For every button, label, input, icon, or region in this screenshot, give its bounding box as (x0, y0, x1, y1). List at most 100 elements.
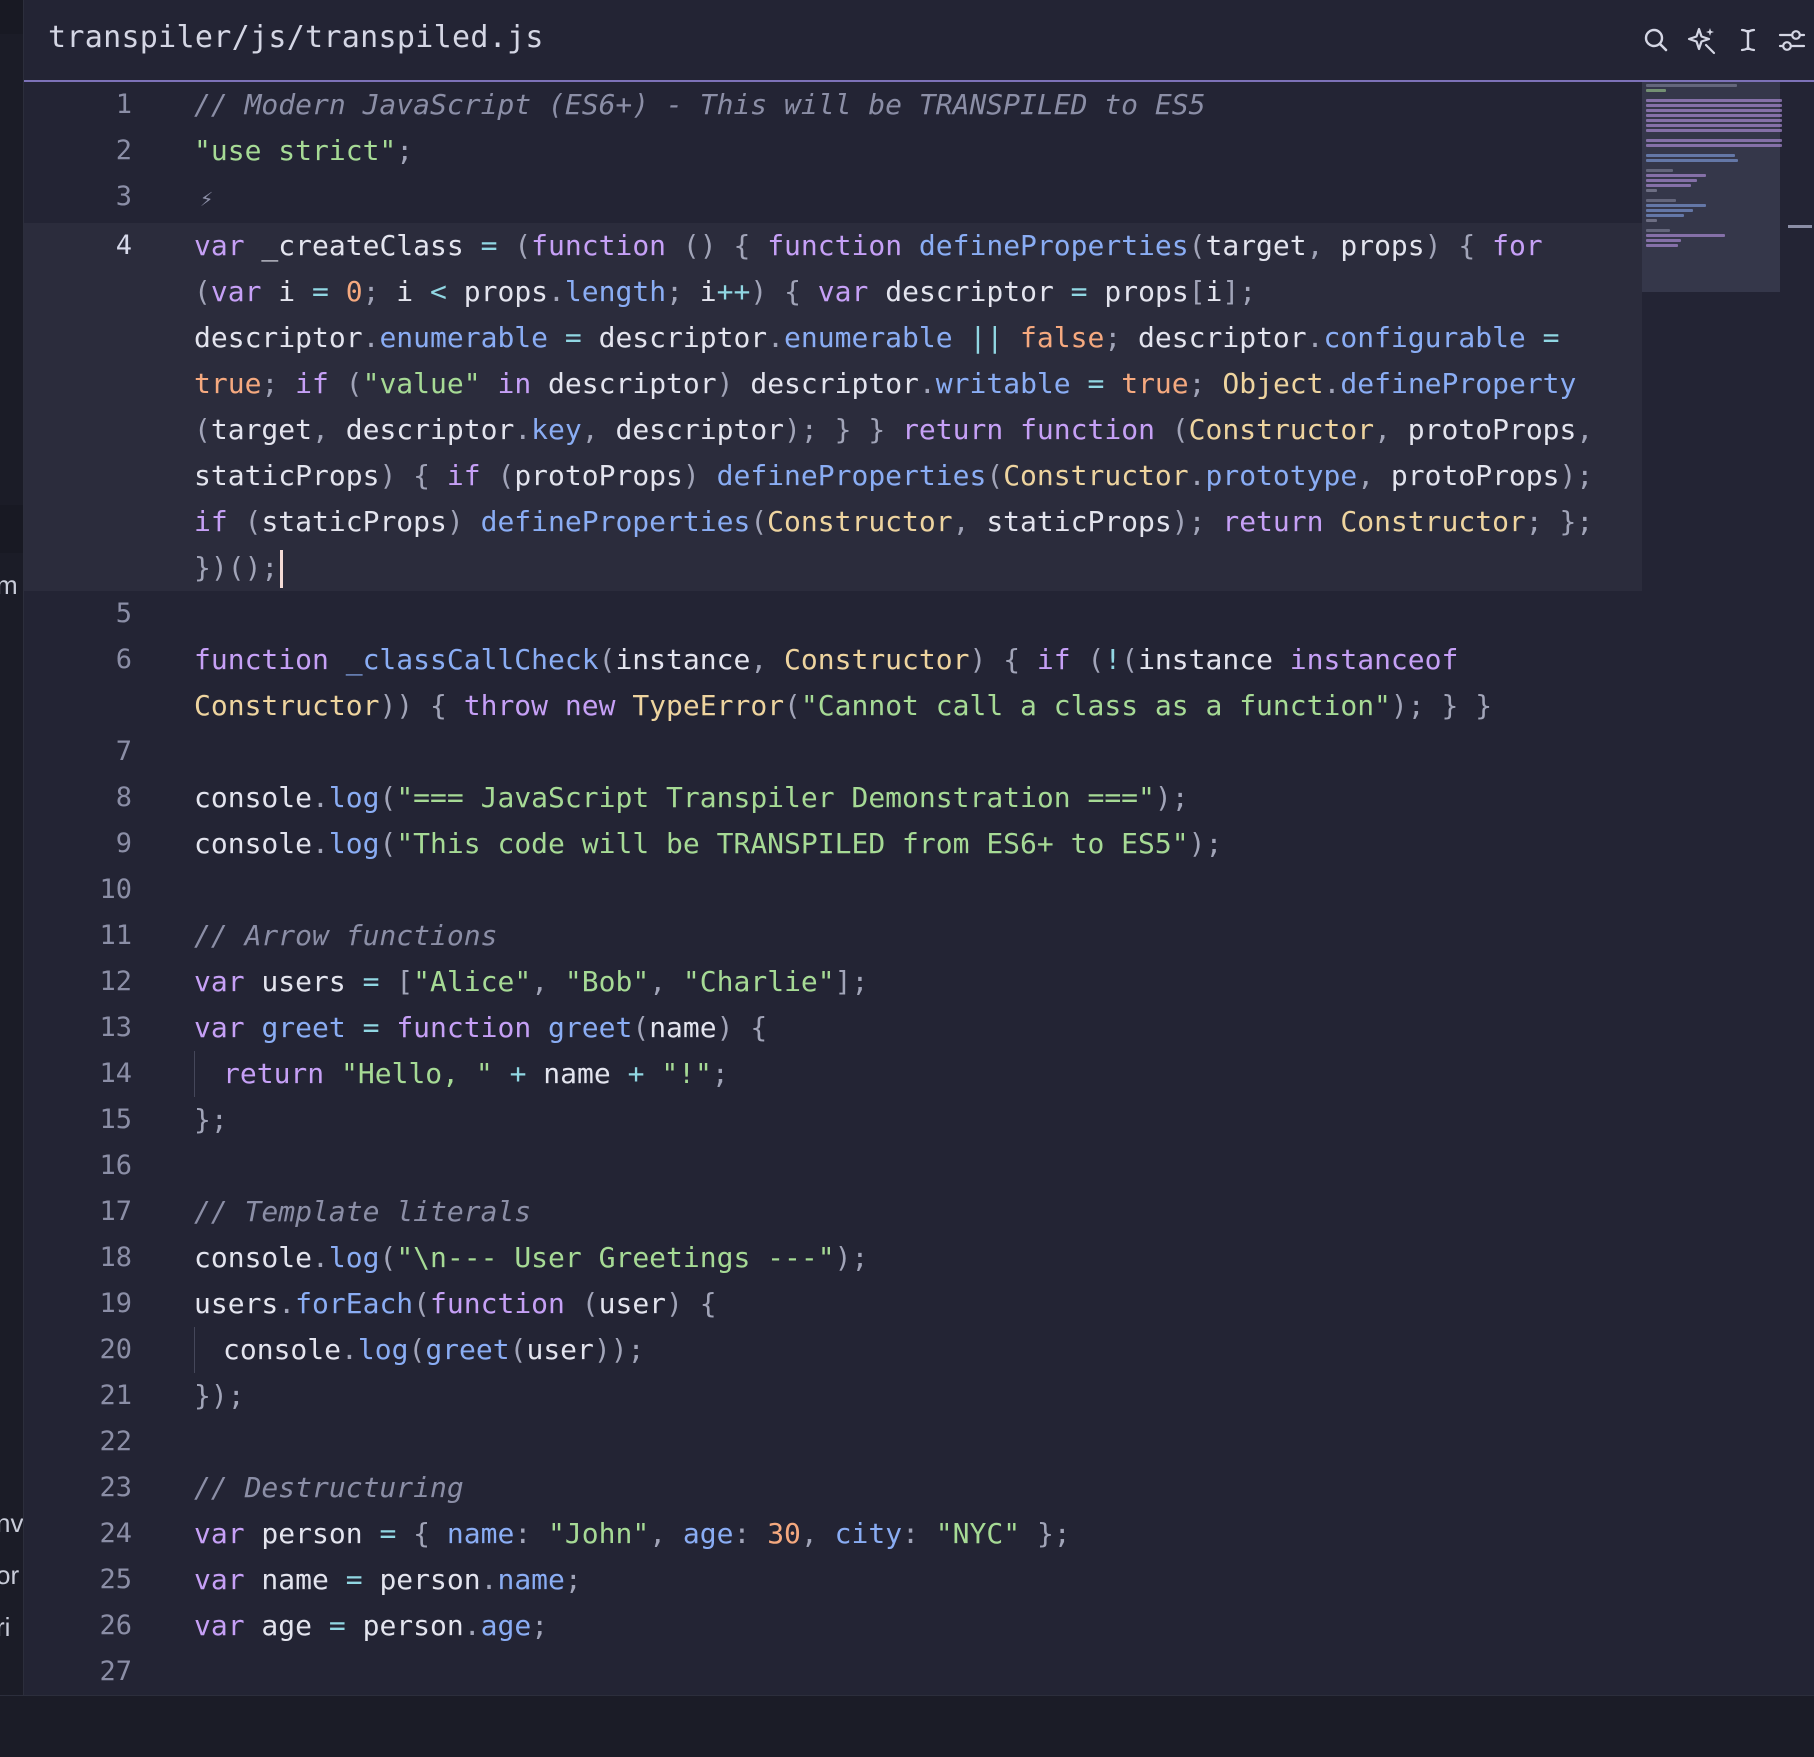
code-token: var (194, 965, 245, 998)
code-token: ( (194, 275, 211, 308)
code-token: enumerable (784, 321, 953, 354)
code-line[interactable]: 12 var users = ["Alice", "Bob", "Charlie"… (24, 959, 1642, 1005)
code-token: "!" (661, 1057, 712, 1090)
line-number: 23 (99, 1472, 132, 1503)
code-token: function (430, 1287, 565, 1320)
sidebar-fragment[interactable]: or (0, 1560, 19, 1590)
code-line[interactable]: 21}); (24, 1373, 1642, 1419)
code-line[interactable]: 15}; (24, 1097, 1642, 1143)
code-line[interactable]: 13 var greet = function greet(name) { (24, 1005, 1642, 1051)
code-token: "NYC" (935, 1517, 1021, 1550)
code-token: )); (593, 1333, 645, 1366)
code-line[interactable]: 6 function _classCallCheck(instance, Cons… (24, 637, 1642, 729)
code-token: . (463, 1609, 481, 1642)
code-token: console (223, 1333, 342, 1366)
sidebar-block (0, 505, 23, 553)
code-token: "John" (548, 1517, 650, 1550)
sliders-icon[interactable] (1774, 22, 1810, 58)
code-token: = (480, 229, 498, 262)
code-line[interactable]: 5 (24, 591, 1642, 637)
minimap-line (1646, 174, 1707, 177)
code-token: }; (1036, 1517, 1071, 1550)
line-number: 13 (99, 1012, 132, 1043)
code-line[interactable]: 26 var age = person.age; (24, 1603, 1642, 1649)
code-line[interactable]: 23 // Destructuring (24, 1465, 1642, 1511)
code-line[interactable]: 11 // Arrow functions (24, 913, 1642, 959)
code-line[interactable]: 14 return "Hello, " + name + "!"; (24, 1051, 1642, 1097)
code-line[interactable]: 4 var _createClass = (function () { funct… (24, 223, 1642, 591)
code-token: console (194, 1241, 313, 1274)
code-line[interactable]: 20 console.log(greet(user)); (24, 1327, 1642, 1373)
code-line[interactable]: 22 (24, 1419, 1642, 1465)
code-line[interactable]: 17 // Template literals (24, 1189, 1642, 1235)
code-line[interactable]: 8 console.log("=== JavaScript Transpiler … (24, 775, 1642, 821)
code-editor[interactable]: transpiler/js/transpiled.js 1 // Modern J… (24, 0, 1814, 1695)
code-token: { (699, 1287, 717, 1320)
code-area[interactable]: 1 // Modern JavaScript (ES6+) - This will… (24, 82, 1642, 1694)
code-line[interactable]: 7 (24, 729, 1642, 775)
code-token: ); (1188, 827, 1223, 860)
code-line[interactable]: 3 ⚡ (24, 174, 1642, 223)
code-line[interactable]: 1 // Modern JavaScript (ES6+) - This will… (24, 82, 1642, 128)
code-token: , (531, 965, 549, 998)
code-line[interactable]: 9 console.log("This code will be TRANSPIL… (24, 821, 1642, 867)
code-line[interactable]: 24 var person = { name: "John", age: 30, … (24, 1511, 1642, 1557)
code-token: name (526, 1057, 628, 1090)
code-line[interactable]: 25 var name = person.name; (24, 1557, 1642, 1603)
text-cursor-icon[interactable] (1730, 22, 1766, 58)
minimap-line (1646, 84, 1737, 87)
code-line[interactable]: 2 "use strict"; (24, 128, 1642, 174)
code-token: )) (379, 689, 414, 722)
code-line[interactable]: 10 (24, 867, 1642, 913)
code-token: if (446, 459, 481, 492)
code-token: . (514, 413, 532, 446)
code-token: log (328, 781, 380, 814)
code-token: Constructor (1340, 505, 1526, 538)
code-line[interactable]: 18 console.log("\n--- User Greetings ---"… (24, 1235, 1642, 1281)
code-token: ( (986, 459, 1004, 492)
code-token: // Destructuring (194, 1471, 464, 1504)
vertical-scrollbar[interactable] (1786, 82, 1814, 1694)
scrollbar-thumb[interactable] (1788, 225, 1812, 228)
sparkle-icon[interactable] (1684, 22, 1720, 58)
sidebar-fragment[interactable]: ri (0, 1612, 10, 1642)
code-token: } (1441, 689, 1459, 722)
code-token: })(); (194, 551, 279, 584)
code-token: ( (345, 367, 363, 400)
code-token: if (295, 367, 329, 400)
search-icon[interactable] (1638, 22, 1674, 58)
sidebar-fragment[interactable]: nv (0, 1508, 23, 1538)
code-token: log (328, 1241, 380, 1274)
code-token: protoProps (1374, 459, 1560, 492)
code-token: ( (514, 229, 532, 262)
sidebar-fragment[interactable]: m (0, 570, 18, 600)
code-token: "use strict" (194, 134, 397, 167)
code-line[interactable]: 16 (24, 1143, 1642, 1189)
code-line[interactable]: 27 (24, 1649, 1642, 1694)
code-token: { (733, 229, 751, 262)
code-line[interactable]: 19 users.forEach(function (user) { (24, 1281, 1642, 1327)
minimap-line (1646, 119, 1782, 122)
code-token: ( (408, 1333, 426, 1366)
code-token: "Bob" (564, 965, 650, 998)
lightning-icon[interactable]: ⚡ (194, 187, 213, 212)
